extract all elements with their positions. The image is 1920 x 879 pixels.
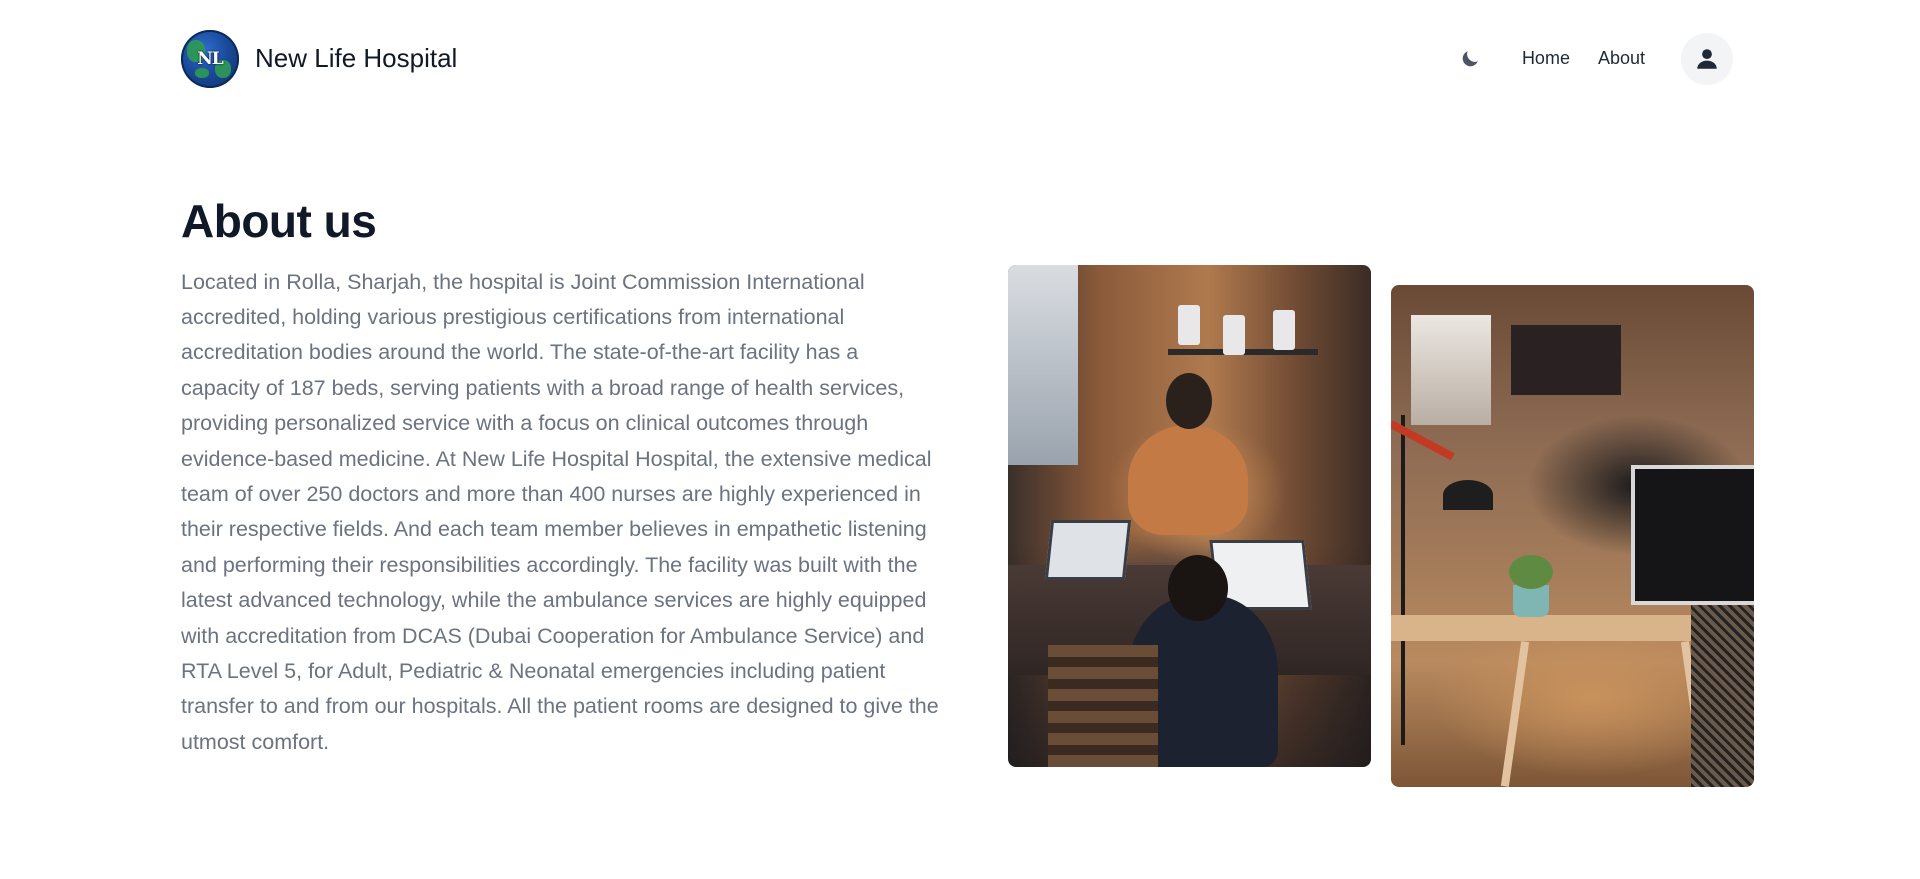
about-description: Located in Rolla, Sharjah, the hospital … <box>181 269 939 754</box>
workspace-photo <box>1391 285 1754 787</box>
theme-toggle-button[interactable] <box>1450 39 1490 79</box>
brand-name[interactable]: New Life Hospital <box>255 43 457 74</box>
user-icon <box>1697 48 1717 69</box>
site-header: NL New Life Hospital Home About <box>181 0 1733 117</box>
team-photo <box>1008 265 1371 767</box>
brand[interactable]: NL New Life Hospital <box>181 29 457 88</box>
main-nav: Home About <box>1450 32 1733 85</box>
logo-letters: NL <box>197 48 224 69</box>
page-title: About us <box>181 195 377 247</box>
nav-link-about[interactable]: About <box>1598 48 1645 69</box>
moon-icon <box>1462 50 1478 66</box>
nav-link-home[interactable]: Home <box>1522 48 1570 69</box>
user-avatar-button[interactable] <box>1681 32 1733 85</box>
about-section: About us Located in Rolla, Sharjah, the … <box>181 196 941 760</box>
hospital-logo[interactable]: NL <box>181 29 239 88</box>
